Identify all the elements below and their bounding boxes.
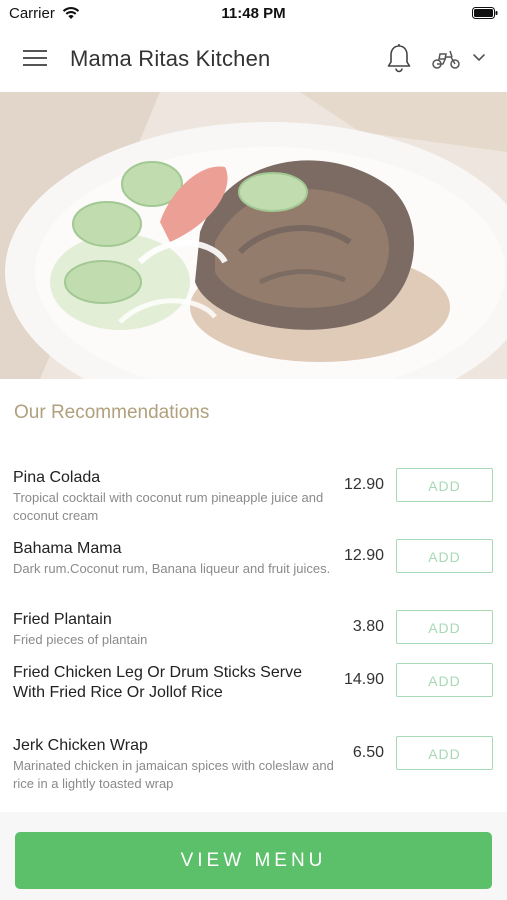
chevron-down-icon[interactable] bbox=[472, 53, 486, 63]
add-button[interactable]: ADD bbox=[396, 539, 493, 573]
item-price: 3.80 bbox=[352, 618, 384, 635]
item-name: Pina Colada bbox=[13, 469, 101, 486]
add-button[interactable]: ADD bbox=[396, 663, 493, 697]
item-name: Jerk Chicken Wrap bbox=[13, 737, 148, 754]
item-description: Marinated chicken in jamaican spices wit… bbox=[13, 758, 334, 791]
bell-icon[interactable] bbox=[385, 43, 413, 73]
scooter-icon[interactable] bbox=[431, 48, 461, 70]
clock: 11:48 PM bbox=[221, 5, 286, 22]
item-name: Fried Chicken Leg Or Drum Sticks Serve W… bbox=[13, 664, 302, 701]
item-name: Fried Plantain bbox=[13, 611, 112, 628]
add-button[interactable]: ADD bbox=[396, 610, 493, 644]
item-price: 12.90 bbox=[343, 476, 384, 493]
recommendations-heading: Our Recommendations bbox=[14, 402, 210, 423]
item-price: 6.50 bbox=[352, 744, 384, 761]
item-description: Tropical cocktail with coconut rum pinea… bbox=[13, 490, 324, 523]
view-menu-button[interactable]: VIEW MENU bbox=[15, 832, 492, 889]
battery-icon bbox=[472, 7, 498, 19]
hero-food-image bbox=[0, 92, 507, 379]
item-price: 12.90 bbox=[343, 547, 384, 564]
add-button[interactable]: ADD bbox=[396, 736, 493, 770]
app-title: Mama Ritas Kitchen bbox=[70, 46, 271, 71]
add-button[interactable]: ADD bbox=[396, 468, 493, 502]
status-bar: Carrier 11:48 PM bbox=[0, 0, 507, 26]
item-name: Bahama Mama bbox=[13, 540, 122, 557]
item-description: Dark rum.Coconut rum, Banana liqueur and… bbox=[13, 561, 331, 576]
app-header: Mama Ritas Kitchen bbox=[0, 26, 507, 92]
menu-icon[interactable] bbox=[23, 48, 47, 68]
item-description: Fried pieces of plantain bbox=[13, 632, 148, 647]
item-price: 14.90 bbox=[343, 671, 384, 688]
